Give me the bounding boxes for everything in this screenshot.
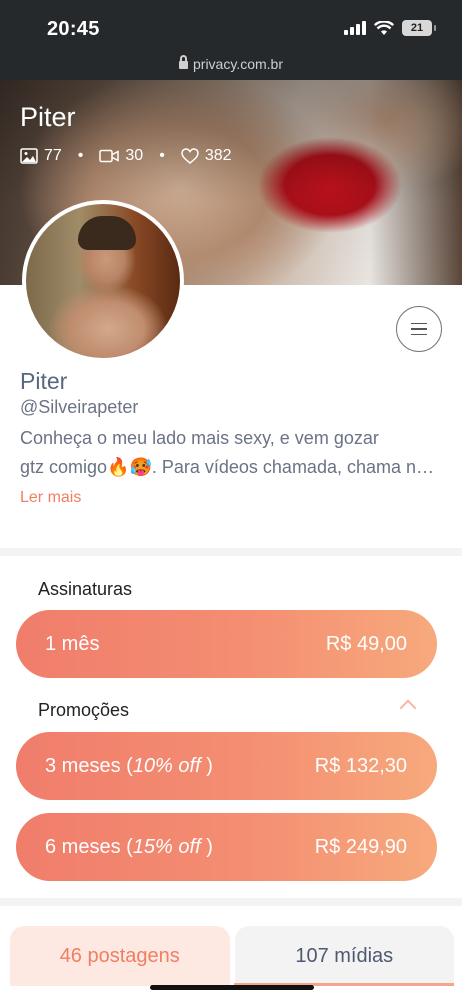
plan-discount: 15% off <box>132 835 201 858</box>
tab-posts[interactable]: 46 postagens <box>10 926 230 986</box>
tab-media[interactable]: 107 mídias <box>234 926 454 986</box>
plan-label: 1 mês <box>45 632 100 655</box>
plan-discount: 10% off <box>132 754 201 777</box>
profile-handle: @Silveirapeter <box>20 397 139 417</box>
plan-price: R$ 249,90 <box>314 835 407 858</box>
subscriptions-title: Assinaturas <box>38 579 133 599</box>
cover-stats: 77 • 30 • 382 <box>20 147 232 165</box>
profile-bio: Conheça o meu lado mais sexy, e vem goza… <box>20 424 438 482</box>
lock-icon <box>179 55 188 69</box>
bio-line: Conheça o meu lado mais sexy, e vem goza… <box>20 428 379 448</box>
plan-price: R$ 49,00 <box>325 632 407 655</box>
home-indicator <box>150 985 314 990</box>
system-icons: 21 <box>344 20 436 36</box>
likes-count: 382 <box>204 147 232 164</box>
chevron-up-icon[interactable] <box>399 699 417 717</box>
cover-name: Piter <box>20 102 76 132</box>
status-bar: 20:45 21 privacy.com.br <box>0 0 462 80</box>
bio-line: gtz comigo🔥🥵. Para vídeos chamada, chama… <box>20 457 438 477</box>
menu-icon <box>411 322 427 325</box>
wifi-icon <box>374 20 394 35</box>
profile-name: Piter <box>20 368 68 394</box>
url-text: privacy.com.br <box>193 56 283 72</box>
read-more-link[interactable]: Ler mais <box>20 489 81 507</box>
plan-duration: 3 meses ( <box>45 754 133 777</box>
plan-paren: ) <box>200 835 213 858</box>
plan-label: 6 meses (15% off ) <box>45 836 213 859</box>
heart-icon <box>181 148 199 164</box>
plan-price: R$ 132,30 <box>314 754 407 777</box>
status-time: 20:45 <box>47 18 100 40</box>
url-bar[interactable]: privacy.com.br <box>0 55 462 72</box>
battery-icon: 21 <box>402 20 436 36</box>
menu-button[interactable] <box>396 306 442 352</box>
plan-label: 3 meses (10% off ) <box>45 755 213 778</box>
content-tabs: 46 postagens 107 mídias <box>10 926 454 986</box>
promotions-title: Promoções <box>38 700 130 720</box>
section-divider <box>0 548 462 556</box>
photos-count: 77 <box>44 147 62 164</box>
avatar[interactable] <box>22 200 184 362</box>
videos-count: 30 <box>125 147 144 164</box>
plan-duration: 6 meses ( <box>45 835 133 858</box>
plan-paren: ) <box>200 754 213 777</box>
video-icon <box>99 149 120 163</box>
image-icon <box>20 148 38 164</box>
signal-icon <box>344 21 366 35</box>
promotion-plan-button[interactable]: 3 meses (10% off ) R$ 132,30 <box>16 732 437 800</box>
section-divider <box>0 898 462 906</box>
separator-dot: • <box>77 147 84 164</box>
avatar-hair <box>78 216 136 250</box>
separator-dot: • <box>159 147 165 164</box>
subscription-plan-button[interactable]: 1 mês R$ 49,00 <box>16 610 437 678</box>
promotion-plan-button[interactable]: 6 meses (15% off ) R$ 249,90 <box>16 813 437 881</box>
